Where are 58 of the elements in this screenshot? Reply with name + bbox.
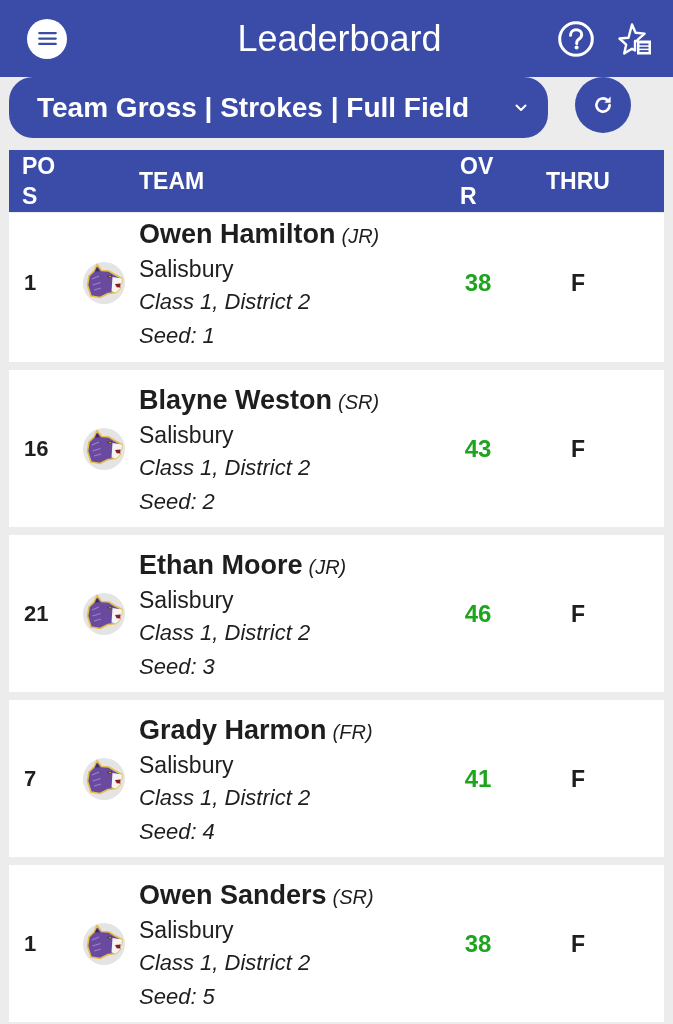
seed-text: Seed: 1: [139, 322, 215, 350]
school-name: Salisbury: [139, 586, 234, 615]
cat-head-icon: [82, 921, 126, 966]
cat-head-icon: [82, 591, 126, 636]
cat-head-icon: [82, 756, 126, 801]
cat-head-icon: [82, 426, 126, 471]
player-name: Owen Hamilton: [139, 218, 336, 251]
cat-head-icon: [82, 261, 126, 305]
position-text: 21: [24, 600, 49, 627]
refresh-icon: [592, 94, 614, 116]
score-text: 43: [464, 434, 492, 463]
seed-text: Seed: 2: [139, 488, 215, 516]
position-text: 7: [24, 765, 37, 792]
school-name: Salisbury: [139, 916, 234, 945]
grade-label: (SR): [338, 390, 380, 415]
seed-text: Seed: 3: [139, 653, 215, 681]
score-text: 38: [464, 929, 492, 958]
help-icon[interactable]: [558, 20, 594, 57]
seed-text: Seed: 5: [139, 983, 215, 1011]
school-name: Salisbury: [139, 421, 234, 450]
seed-text: Seed: 4: [139, 818, 215, 846]
thru-text: F: [570, 764, 586, 793]
column-header: OVR: [460, 152, 495, 211]
division-text: Class 1, District 2: [139, 949, 311, 977]
school-name: Salisbury: [139, 255, 234, 284]
column-header: THRU: [546, 167, 610, 196]
score-text: 38: [464, 269, 492, 297]
grade-label: (FR): [332, 720, 373, 745]
score-text: 41: [464, 764, 492, 793]
column-header: POS: [22, 152, 57, 211]
position-text: 1: [24, 930, 37, 957]
menu-icon: [37, 31, 57, 46]
chevron-down-icon: [515, 103, 527, 112]
position-text: 1: [24, 270, 37, 296]
school-name: Salisbury: [139, 751, 234, 780]
division-text: Class 1, District 2: [139, 454, 311, 482]
thru-text: F: [570, 434, 586, 463]
player-name: Grady Harmon: [139, 714, 327, 747]
grade-label: (SR): [332, 885, 374, 910]
filter-dropdown[interactable]: Team Gross | Strokes | Full Field: [9, 77, 548, 138]
grade-label: (JR): [341, 224, 380, 249]
division-text: Class 1, District 2: [139, 619, 311, 647]
thru-text: F: [570, 269, 586, 297]
thru-text: F: [570, 599, 586, 628]
menu-button[interactable]: [27, 18, 67, 59]
column-header: TEAM: [139, 167, 205, 196]
grade-label: (JR): [308, 555, 347, 580]
refresh-button[interactable]: [575, 77, 631, 133]
player-name: Blayne Weston: [139, 384, 333, 417]
player-name: Ethan Moore: [139, 549, 303, 582]
player-name: Owen Sanders: [139, 879, 327, 912]
page-title: Leaderboard: [237, 16, 442, 61]
thru-text: F: [570, 929, 586, 958]
division-text: Class 1, District 2: [139, 288, 311, 316]
position-text: 16: [24, 435, 49, 462]
score-text: 46: [464, 599, 492, 628]
star-list-icon[interactable]: [618, 21, 652, 56]
division-text: Class 1, District 2: [139, 784, 311, 812]
